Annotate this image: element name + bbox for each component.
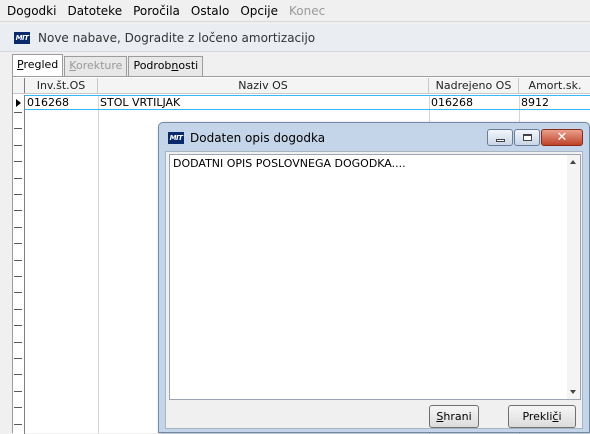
- close-button[interactable]: ✕: [541, 129, 583, 146]
- row-indicator-strip: [13, 95, 25, 434]
- scroll-up-icon[interactable]: [570, 160, 576, 164]
- mit-logo-icon: MIT: [168, 132, 184, 144]
- menu-ostalo[interactable]: Ostalo: [184, 0, 233, 22]
- row-indicator-dash: [14, 178, 22, 179]
- minimize-button[interactable]: [487, 129, 513, 146]
- dialog-title: Dodaten opis dogodka: [190, 131, 326, 145]
- col-header-naziv[interactable]: Naziv OS: [98, 78, 429, 93]
- row-indicator-dash: [14, 194, 22, 195]
- dialog-body: DODATNI OPIS POSLOVNEGA DOGODKA.... Shra…: [165, 151, 583, 429]
- col-header-inv[interactable]: Inv.št.OS: [25, 78, 98, 93]
- save-button-label-post: hrani: [443, 410, 472, 423]
- cancel-button-label-post: i: [558, 410, 562, 423]
- col-header-nadrejeno[interactable]: Nadrejeno OS: [429, 78, 519, 93]
- row-indicator-dash: [14, 391, 22, 392]
- menu-konec: Konec: [289, 3, 326, 18]
- mit-logo-icon: MIT: [14, 31, 30, 44]
- grid-line: [98, 95, 99, 434]
- row-indicator-dash: [14, 243, 22, 244]
- cell-inv[interactable]: 016268: [25, 96, 98, 109]
- minimize-icon: [496, 139, 505, 142]
- row-indicator-dash: [14, 260, 22, 261]
- cell-naziv[interactable]: STOL VRTILJAK: [98, 96, 429, 109]
- row-indicator-dash: [14, 309, 22, 310]
- row-indicator-dash: [14, 342, 22, 343]
- row-indicator-dash: [14, 374, 22, 375]
- window-title-bar: MIT Nove nabave, Dogradite z ločeno amor…: [0, 24, 590, 52]
- tab-korekture-label-ul: K: [69, 59, 76, 72]
- row-indicator-dash: [14, 358, 22, 359]
- table-row[interactable]: 016268 STOL VRTILJAK 016268 8912: [25, 95, 590, 110]
- menu-porocila[interactable]: Poročila: [126, 0, 184, 22]
- row-indicator-dash: [14, 210, 22, 211]
- row-pointer-icon: [16, 99, 21, 107]
- row-indicator-dash: [14, 292, 22, 293]
- tab-korekture: Korekture: [64, 56, 128, 76]
- memo-text: DODATNI OPIS POSLOVNEGA DOGODKA....: [173, 157, 406, 170]
- cancel-button[interactable]: Prekliči: [508, 405, 576, 428]
- row-indicator-dash: [14, 276, 22, 277]
- scroll-down-icon[interactable]: [570, 390, 576, 394]
- row-indicator-dash: [14, 325, 22, 326]
- col-header-amort[interactable]: Amort.sk.: [519, 78, 590, 93]
- tab-podrobnosti-label-post: osti: [178, 59, 199, 72]
- save-button[interactable]: Shrani: [429, 405, 479, 428]
- indicator-header: [13, 78, 25, 93]
- row-indicator-dash: [14, 227, 22, 228]
- row-indicator-dash: [14, 407, 22, 408]
- row-indicator-dash: [14, 424, 22, 425]
- memo-scrollbar[interactable]: [567, 155, 580, 399]
- tab-strip: Pregled Korekture Podrobnosti: [12, 54, 204, 76]
- maximize-button[interactable]: [514, 129, 540, 146]
- description-memo[interactable]: DODATNI OPIS POSLOVNEGA DOGODKA....: [169, 154, 581, 400]
- row-indicator-dash: [14, 161, 22, 162]
- tab-podrobnosti[interactable]: Podrobnosti: [128, 56, 204, 76]
- cell-amort[interactable]: 8912: [519, 96, 590, 109]
- tab-korekture-label-post: orekture: [75, 59, 123, 72]
- menu-opcije[interactable]: Opcije: [233, 0, 282, 22]
- cell-nadrejeno[interactable]: 016268: [429, 96, 519, 109]
- maximize-icon: [523, 134, 532, 141]
- additional-description-dialog: MIT Dodaten opis dogodka ✕ DODATNI OPIS …: [158, 122, 590, 433]
- dialog-window-buttons: ✕: [486, 129, 583, 146]
- window-title: Nove nabave, Dogradite z ločeno amortiza…: [38, 30, 316, 45]
- dialog-title-bar[interactable]: MIT Dodaten opis dogodka ✕: [159, 123, 589, 153]
- row-indicator-dash: [14, 128, 22, 129]
- row-indicator-dash: [14, 112, 22, 113]
- menu-bar: Dogodki Datoteke Poročila Ostalo Opcije …: [0, 0, 590, 22]
- menu-dogodki[interactable]: Dogodki: [0, 0, 60, 22]
- tab-pregled[interactable]: Pregled: [12, 54, 64, 76]
- row-indicator-dash: [14, 145, 22, 146]
- cancel-button-label-pre: Prekli: [522, 410, 553, 423]
- tab-podrobnosti-label-pre: Podrob: [133, 59, 172, 72]
- tab-pregled-label-post: regled: [23, 58, 59, 71]
- close-icon: ✕: [556, 130, 568, 145]
- grid-header: Inv.št.OS Naziv OS Nadrejeno OS Amort.sk…: [13, 78, 590, 94]
- menu-datoteke[interactable]: Datoteke: [60, 0, 126, 22]
